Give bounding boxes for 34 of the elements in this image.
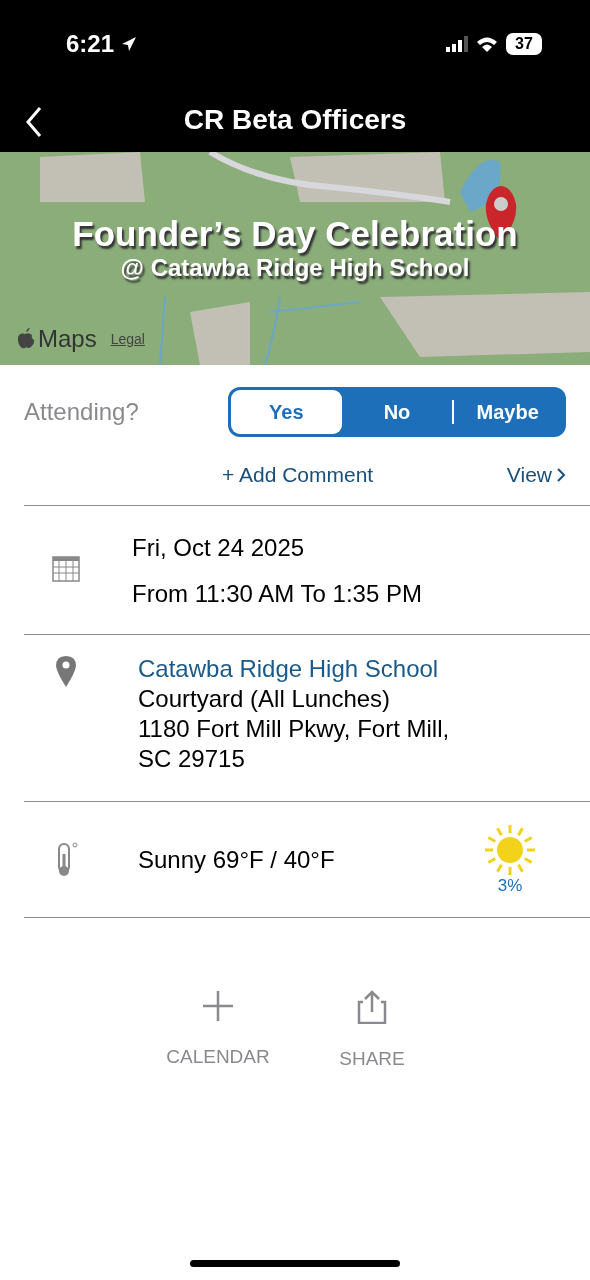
share-icon xyxy=(357,990,387,1024)
sun-icon xyxy=(484,823,536,876)
view-link[interactable]: View xyxy=(506,463,566,487)
add-comment-link[interactable]: + Add Comment xyxy=(222,463,374,487)
clock-time: 6:21 xyxy=(66,30,115,58)
address-line: 1180 Fort Mill Pkwy, Fort Mill, xyxy=(138,715,450,743)
attendance-segmented-control[interactable]: Yes No Maybe xyxy=(228,387,566,437)
battery-level: 37 xyxy=(506,33,542,55)
attendance-option[interactable]: Yes xyxy=(231,390,342,434)
add-to-calendar-button[interactable]: CALENDAR xyxy=(163,990,273,1070)
event-date: Fri, Oct 24 2025 xyxy=(132,534,306,562)
legal-link[interactable]: Legal xyxy=(110,331,145,347)
location-link[interactable]: Catawba Ridge High School xyxy=(138,655,450,683)
map-pin-icon xyxy=(55,655,77,687)
signal-icon xyxy=(446,36,468,52)
weather-summary: Sunny 69°F / 40°F xyxy=(137,845,336,874)
precipitation-chance: 3% xyxy=(497,875,523,896)
wifi-icon xyxy=(476,36,498,52)
map-attribution: Maps xyxy=(38,325,97,353)
event-title: Founder’s Day Celebration xyxy=(72,214,518,254)
attending-label: Attending? xyxy=(24,398,139,426)
attendance-option[interactable]: No xyxy=(341,390,453,434)
screen-title: CR Beta Officers xyxy=(183,104,407,136)
calendar-icon xyxy=(52,554,80,582)
plus-icon xyxy=(202,990,234,1022)
event-venue: @ Catawba Ridge High School xyxy=(120,254,470,282)
event-time: From 11:30 AM To 1:35 PM xyxy=(132,580,422,608)
location-arrow-icon xyxy=(120,35,139,53)
attendance-option[interactable]: Maybe xyxy=(452,390,563,434)
address-line: Courtyard (All Lunches) xyxy=(138,685,392,713)
address-line: SC 29715 xyxy=(138,745,246,773)
chevron-right-icon xyxy=(556,467,566,483)
share-button[interactable]: SHARE xyxy=(317,990,427,1070)
fruit-icon xyxy=(16,328,36,350)
